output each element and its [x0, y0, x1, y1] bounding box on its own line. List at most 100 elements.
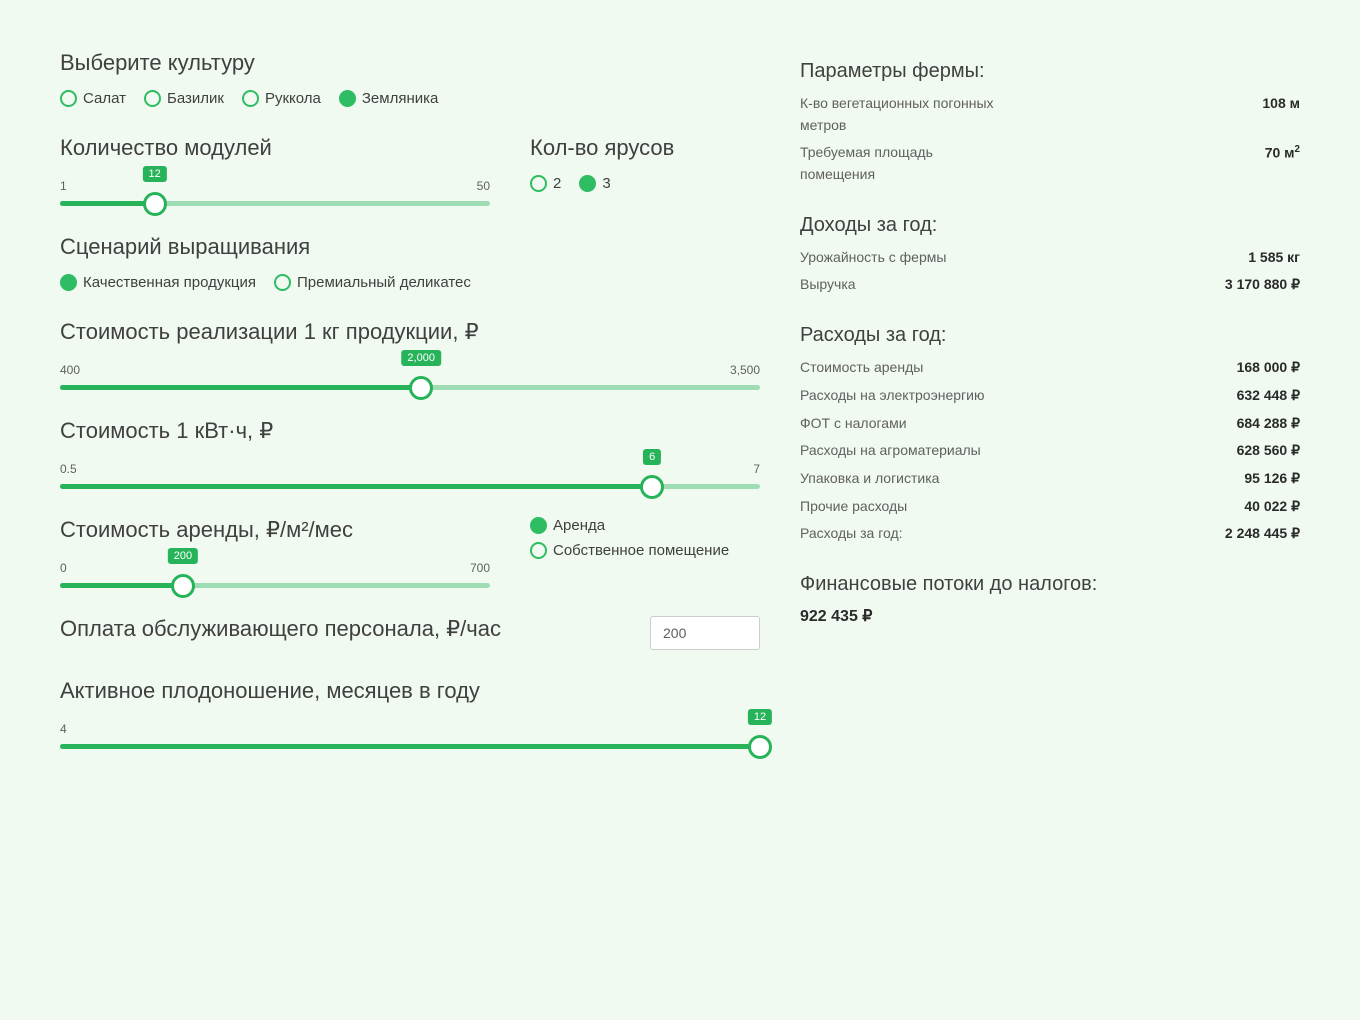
scenario-radio-0[interactable]: Качественная продукция [60, 274, 256, 291]
expenses-row-3: Расходы на агроматериалы628 560 ₽ [800, 440, 1300, 462]
slider-min-label: 0 [60, 561, 67, 575]
expenses-row-5: Прочие расходы40 022 ₽ [800, 496, 1300, 518]
income-section: Доходы за год: Урожайность с фермы1 585 … [800, 214, 1300, 296]
kwh-slider[interactable]: 0.5 7 6 [60, 462, 760, 489]
rent-slider[interactable]: 0 700 200 [60, 561, 490, 588]
expenses-row-6: Расходы за год: 2 248 445 ₽ [800, 523, 1300, 545]
staff-section: Оплата обслуживающего персонала, ₽/час [60, 616, 760, 650]
income-heading: Доходы за год: [800, 214, 1300, 237]
slider-track[interactable]: 12 [60, 201, 490, 206]
modules-tiers-section: Количество модулей 1 50 12 Кол-во ярусов 2… [60, 135, 760, 206]
farm-params-section: Параметры фермы: К-во вегетационных пого… [800, 60, 1300, 186]
slider-value-badge: 200 [168, 548, 198, 564]
slider-min-label: 0.5 [60, 462, 77, 476]
culture-radio-3[interactable]: Земляника [339, 90, 439, 107]
tiers-radio-0[interactable]: 2 [530, 175, 561, 192]
tiers-radio-1[interactable]: 3 [579, 175, 610, 192]
row-label: Упаковка и логистика [800, 468, 1000, 490]
slider-thumb[interactable] [143, 192, 167, 216]
slider-fill [60, 484, 652, 489]
farm-params-heading: Параметры фермы: [800, 60, 1300, 83]
radio-label: 3 [602, 175, 610, 192]
slider-max-label: 50 [477, 179, 490, 193]
rent-radio-0[interactable]: Аренда [530, 517, 760, 534]
cashflow-heading: Финансовые потоки до налогов: [800, 573, 1300, 596]
modules-heading: Количество модулей [60, 135, 490, 161]
row-value: 1 585 кг [1248, 247, 1300, 269]
cashflow-section: Финансовые потоки до налогов: 922 435 ₽ [800, 573, 1300, 626]
scenario-heading: Сценарий выращивания [60, 234, 760, 260]
radio-label: Собственное помещение [553, 542, 729, 559]
radio-label: Базилик [167, 90, 224, 107]
slider-track[interactable]: 200 [60, 583, 490, 588]
price-kg-section: Стоимость реализации 1 кг продукции, ₽ 4… [60, 319, 760, 390]
row-label: Расходы за год: [800, 523, 1000, 545]
fruiting-slider[interactable]: 412 [60, 722, 760, 749]
expenses-row-4: Упаковка и логистика 95 126 ₽ [800, 468, 1300, 490]
slider-thumb[interactable] [409, 376, 433, 400]
slider-value-badge: 6 [643, 449, 661, 465]
radio-label: Салат [83, 90, 126, 107]
expenses-row-1: Расходы на электроэнергию632 448 ₽ [800, 385, 1300, 407]
row-value: 95 126 ₽ [1244, 468, 1300, 490]
row-value: 70 м2 [1265, 142, 1300, 185]
culture-radio-2[interactable]: Руккола [242, 90, 321, 107]
row-value: 2 248 445 ₽ [1225, 523, 1300, 545]
slider-value-badge: 12 [142, 166, 166, 182]
farm_params-row-1: Требуемая площадь помещения 70 м2 [800, 142, 1300, 185]
culture-heading: Выберите культуру [60, 50, 760, 76]
modules-slider[interactable]: 1 50 12 [60, 179, 490, 206]
row-label: ФОТ с налогами [800, 413, 1000, 435]
rent-radio-group: Аренда Собственное помещение [530, 517, 760, 559]
slider-max-label: 700 [470, 561, 490, 575]
radio-icon [530, 517, 547, 534]
rent-section: Стоимость аренды, ₽/м²/мес 0700200 Аренд… [60, 517, 760, 588]
staff-heading: Оплата обслуживающего персонала, ₽/час [60, 616, 620, 642]
fruiting-heading: Активное плодоношение, месяцев в году [60, 678, 760, 704]
slider-fill [60, 201, 155, 206]
radio-icon [530, 175, 547, 192]
radio-label: Аренда [553, 517, 605, 534]
slider-fill [60, 385, 421, 390]
row-value: 40 022 ₽ [1244, 496, 1300, 518]
row-label: Требуемая площадь помещения [800, 142, 1000, 185]
expenses-section: Расходы за год: Стоимость аренды168 000 … [800, 324, 1300, 545]
slider-thumb[interactable] [640, 475, 664, 499]
culture-radio-0[interactable]: Салат [60, 90, 126, 107]
kwh-section: Стоимость 1 кВт·ч, ₽ 0.576 [60, 418, 760, 489]
price-kg-heading: Стоимость реализации 1 кг продукции, ₽ [60, 319, 760, 345]
radio-icon [530, 542, 547, 559]
slider-min-label: 400 [60, 363, 80, 377]
expenses-row-2: ФОТ с налогами 684 288 ₽ [800, 413, 1300, 435]
row-label: Выручка [800, 274, 1000, 296]
price-kg-slider[interactable]: 4003,5002,000 [60, 363, 760, 390]
slider-min-label: 1 [60, 179, 67, 193]
slider-fill [60, 744, 760, 749]
cashflow-value: 922 435 ₽ [800, 606, 1300, 626]
radio-icon [144, 90, 161, 107]
slider-thumb[interactable] [171, 574, 195, 598]
row-value: 628 560 ₽ [1237, 440, 1300, 462]
row-value: 684 288 ₽ [1237, 413, 1300, 435]
slider-track[interactable]: 12 [60, 744, 760, 749]
slider-thumb[interactable] [748, 735, 772, 759]
expenses-heading: Расходы за год: [800, 324, 1300, 347]
tiers-heading: Кол-во ярусов [530, 135, 760, 161]
slider-track[interactable]: 2,000 [60, 385, 760, 390]
radio-label: Руккола [265, 90, 321, 107]
culture-radio-group: Салат Базилик Руккола Земляника [60, 90, 760, 107]
scenario-radio-1[interactable]: Премиальный деликатес [274, 274, 471, 291]
scenario-radio-group: Качественная продукция Премиальный делика… [60, 274, 760, 291]
radio-icon [579, 175, 596, 192]
staff-input[interactable] [650, 616, 760, 650]
slider-track[interactable]: 6 [60, 484, 760, 489]
row-label: Стоимость аренды [800, 357, 1000, 379]
radio-label: Земляника [362, 90, 439, 107]
radio-icon [339, 90, 356, 107]
culture-section: Выберите культуру Салат Базилик Руккола Зем… [60, 50, 760, 107]
slider-value-badge: 2,000 [401, 350, 441, 366]
rent-radio-1[interactable]: Собственное помещение [530, 542, 760, 559]
radio-label: 2 [553, 175, 561, 192]
culture-radio-1[interactable]: Базилик [144, 90, 224, 107]
slider-max-label: 7 [753, 462, 760, 476]
